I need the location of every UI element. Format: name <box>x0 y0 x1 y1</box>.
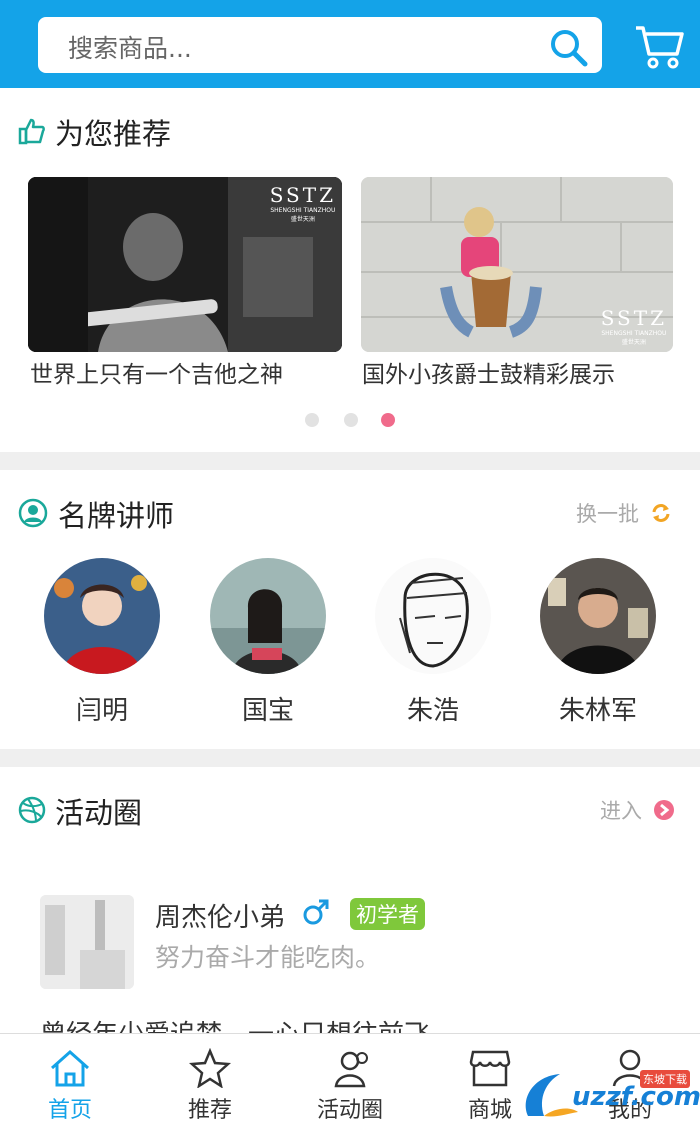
tab-recommend[interactable]: 推荐 <box>140 1034 280 1129</box>
enter-activity-button[interactable]: 进入 <box>600 795 675 825</box>
enter-label: 进入 <box>600 799 642 823</box>
teacher-avatar[interactable] <box>44 558 160 674</box>
search-box[interactable]: 搜索商品... <box>38 17 602 73</box>
chevron-right-icon <box>653 800 674 820</box>
cart-icon[interactable] <box>633 20 685 72</box>
teacher-name[interactable]: 朱浩 <box>353 690 513 727</box>
group-icon <box>334 1051 368 1088</box>
refresh-batch-button[interactable]: 换一批 <box>576 498 672 528</box>
recommend-card-image-guitar[interactable]: SSTZ SHENGSHI TIANZHOU 盛世天洲 <box>28 177 342 352</box>
recommend-caption[interactable]: 世界上只有一个吉他之神 <box>30 355 283 389</box>
teacher-avatar[interactable] <box>375 558 491 674</box>
tab-activity[interactable]: 活动圈 <box>280 1034 420 1129</box>
watermark-logo: SSTZ SHENGSHI TIANZHOU 盛世天洲 <box>600 306 667 346</box>
teacher-name[interactable]: 朱林军 <box>518 690 678 727</box>
tab-home[interactable]: 首页 <box>0 1034 140 1129</box>
site-watermark: uzzf.com 东坡下载 <box>520 1068 700 1124</box>
section-divider <box>0 749 700 767</box>
carousel-dot-active[interactable] <box>381 413 395 427</box>
teacher-name[interactable]: 国宝 <box>188 690 348 727</box>
watermark-logo: SSTZ SHENGSHI TIANZHOU 盛世天洲 <box>269 183 336 223</box>
search-input[interactable]: 搜索商品... <box>68 29 192 65</box>
shop-icon <box>469 1050 511 1087</box>
teacher-name[interactable]: 闫明 <box>22 690 182 727</box>
home-icon <box>51 1049 89 1087</box>
activity-title: 活动圈 <box>55 796 143 830</box>
post-avatar[interactable] <box>40 895 134 989</box>
teacher-avatar[interactable] <box>540 558 656 674</box>
recommend-card-image-drum[interactable]: SSTZ SHENGSHI TIANZHOU 盛世天洲 <box>361 177 673 352</box>
recommend-caption[interactable]: 国外小孩爵士鼓精彩展示 <box>362 355 615 389</box>
search-icon[interactable] <box>548 27 588 67</box>
thumbs-up-icon <box>18 118 45 145</box>
male-icon <box>303 899 329 925</box>
user-icon <box>18 498 48 528</box>
refresh-icon <box>652 504 670 522</box>
watermark-logo-icon <box>525 1074 578 1117</box>
refresh-label: 换一批 <box>576 502 639 526</box>
post-username[interactable]: 周杰伦小弟 <box>155 897 285 934</box>
teachers-title: 名牌讲师 <box>58 499 175 533</box>
carousel-dot[interactable] <box>305 413 319 427</box>
dribbble-icon <box>18 796 46 824</box>
star-icon <box>188 1048 232 1088</box>
carousel-dot[interactable] <box>344 413 358 427</box>
post-bio: 努力奋斗才能吃肉。 <box>155 943 381 972</box>
teacher-avatar[interactable] <box>210 558 326 674</box>
level-badge: 初学者 <box>350 898 425 930</box>
recommend-title: 为您推荐 <box>55 117 172 151</box>
section-divider <box>0 452 700 470</box>
